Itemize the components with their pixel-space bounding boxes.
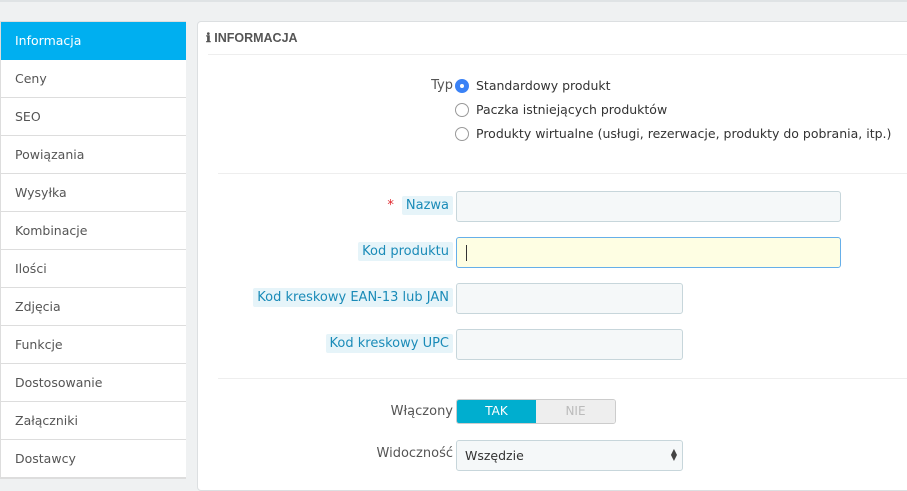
divider bbox=[208, 54, 907, 55]
ean-input[interactable] bbox=[456, 283, 683, 314]
sidebar-item-dostawcy[interactable]: Dostawcy bbox=[1, 440, 186, 478]
upc-label: Kod kreskowy UPC bbox=[325, 334, 453, 353]
sidebar-item-ilosci[interactable]: Ilości bbox=[1, 250, 186, 288]
name-label: * Nazwa bbox=[387, 196, 453, 215]
toggle-no[interactable]: NIE bbox=[536, 400, 615, 423]
divider bbox=[218, 378, 907, 379]
sidebar-item-informacja[interactable]: Informacja bbox=[1, 22, 186, 60]
enabled-toggle[interactable]: TAK NIE bbox=[456, 399, 616, 424]
name-label-text[interactable]: Nazwa bbox=[401, 196, 453, 215]
sidebar-item-seo[interactable]: SEO bbox=[1, 98, 186, 136]
sidebar-item-kombinacje[interactable]: Kombinacje bbox=[1, 212, 186, 250]
divider bbox=[218, 173, 907, 174]
radio-label: Paczka istniejących produktów bbox=[476, 102, 668, 117]
reference-label-text[interactable]: Kod produktu bbox=[358, 242, 453, 261]
panel-title: INFORMACJA bbox=[214, 31, 298, 45]
type-radio-virtual[interactable]: Produkty wirtualne (usługi, rezerwacje, … bbox=[455, 126, 891, 141]
upc-input[interactable] bbox=[456, 329, 683, 360]
sidebar-item-zalaczniki[interactable]: Załączniki bbox=[1, 402, 186, 440]
sidebar-item-funkcje[interactable]: Funkcje bbox=[1, 326, 186, 364]
text-caret bbox=[466, 245, 467, 261]
type-label: Typ bbox=[431, 78, 453, 93]
toggle-yes[interactable]: TAK bbox=[457, 400, 536, 423]
ean-label: Kod kreskowy EAN-13 lub JAN bbox=[253, 288, 453, 307]
panel-heading: ℹ INFORMACJA bbox=[206, 30, 298, 45]
enabled-label: Włączony bbox=[390, 404, 453, 419]
reference-input[interactable] bbox=[456, 237, 841, 268]
info-icon: ℹ bbox=[206, 30, 211, 45]
radio-label: Produkty wirtualne (usługi, rezerwacje, … bbox=[476, 126, 892, 141]
sidebar-item-zdjecia[interactable]: Zdjęcia bbox=[1, 288, 186, 326]
sidebar-item-wysylka[interactable]: Wysyłka bbox=[1, 174, 186, 212]
type-radio-pack[interactable]: Paczka istniejących produktów bbox=[455, 102, 667, 117]
visibility-label: Widoczność bbox=[376, 446, 453, 461]
top-border bbox=[0, 0, 907, 2]
sidebar-item-powiazania[interactable]: Powiązania bbox=[1, 136, 186, 174]
select-arrows-icon: ▲ ▼ bbox=[670, 447, 677, 462]
visibility-value: Wszędzie bbox=[465, 448, 524, 463]
radio-unchecked[interactable] bbox=[455, 126, 469, 141]
upc-label-text[interactable]: Kod kreskowy UPC bbox=[325, 334, 453, 353]
reference-label: Kod produktu bbox=[358, 242, 453, 261]
radio-unchecked[interactable] bbox=[455, 102, 469, 117]
name-input[interactable] bbox=[456, 191, 841, 222]
product-tabs-sidebar: Informacja Ceny SEO Powiązania Wysyłka K… bbox=[0, 21, 186, 479]
radio-label: Standardowy produkt bbox=[476, 78, 611, 93]
information-panel: ℹ INFORMACJA Typ Standardowy produkt Pac… bbox=[197, 21, 907, 491]
sidebar-item-dostosowanie[interactable]: Dostosowanie bbox=[1, 364, 186, 402]
type-radio-standard[interactable]: Standardowy produkt bbox=[455, 78, 611, 93]
required-marker: * bbox=[387, 198, 394, 213]
visibility-select[interactable]: Wszędzie ▲ ▼ bbox=[456, 440, 683, 471]
sidebar-item-ceny[interactable]: Ceny bbox=[1, 60, 186, 98]
ean-label-text[interactable]: Kod kreskowy EAN-13 lub JAN bbox=[253, 288, 453, 307]
radio-checked[interactable] bbox=[455, 78, 469, 93]
